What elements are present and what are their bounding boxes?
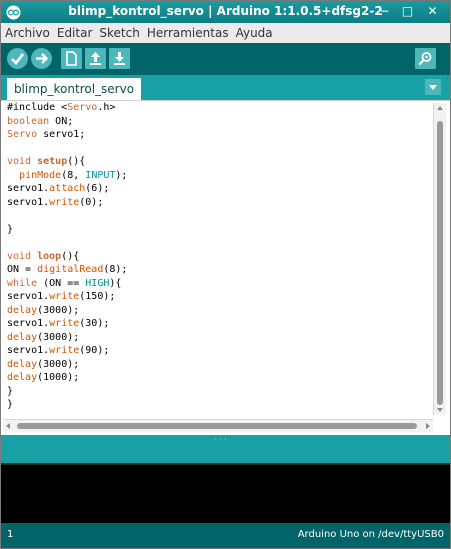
title-bar[interactable]: blimp_kontrol_servo | Arduino 1:1.0.5+df… xyxy=(1,1,450,23)
code-line-19: servo1.write(90); xyxy=(7,345,110,356)
code-line-5: void setup(){ xyxy=(7,156,86,167)
menu-herramientas[interactable]: Herramientas xyxy=(147,26,229,40)
code-text[interactable]: #include <Servo.h> boolean ON; Servo ser… xyxy=(7,101,127,412)
maximize-icon[interactable]: □ xyxy=(400,4,415,19)
scroll-right-icon[interactable] xyxy=(423,420,433,432)
close-icon[interactable]: ✕ xyxy=(425,4,440,19)
code-line-21: delay(1000); xyxy=(7,372,80,383)
scroll-down-icon[interactable] xyxy=(434,405,446,415)
code-line-15: servo1.write(150); xyxy=(7,291,116,302)
toolbar xyxy=(1,43,450,75)
code-line-16: delay(3000); xyxy=(7,304,80,316)
minimize-icon[interactable]: − xyxy=(377,4,392,19)
chevron-down-icon xyxy=(429,85,437,90)
horizontal-scrollbar[interactable] xyxy=(3,419,433,432)
new-button[interactable] xyxy=(61,48,82,69)
code-line-22: } xyxy=(7,385,14,397)
console-output[interactable] xyxy=(1,463,450,525)
new-icon xyxy=(66,51,77,66)
menu-sketch[interactable]: Sketch xyxy=(99,26,139,40)
scroll-left-icon[interactable] xyxy=(3,420,13,432)
code-line-1: #include <Servo.h> xyxy=(7,102,116,113)
tab-strip: blimp_kontrol_servo xyxy=(1,75,450,100)
open-button[interactable] xyxy=(85,48,106,69)
upload-button[interactable] xyxy=(31,48,52,69)
code-line-10: } xyxy=(7,223,14,235)
code-line-6: pinMode(8, INPUT); xyxy=(19,169,128,181)
code-line-20: delay(3000); xyxy=(7,358,80,370)
code-line-8: servo1.write(0); xyxy=(7,196,104,208)
serial-monitor-button[interactable] xyxy=(415,48,436,69)
status-bar: · · · xyxy=(1,435,450,463)
code-line-13: ON = digitalRead(8); xyxy=(7,264,128,275)
footer-bar: 1 Arduino Uno on /dev/ttyUSB0 xyxy=(1,523,450,548)
menu-ayuda[interactable]: Ayuda xyxy=(236,26,273,40)
code-line-7: servo1.attach(6); xyxy=(7,183,110,194)
code-line-3: Servo servo1; xyxy=(7,129,86,140)
code-line-12: void loop(){ xyxy=(7,250,80,262)
tab-blimp-kontrol-servo[interactable]: blimp_kontrol_servo xyxy=(7,78,141,100)
horizontal-scroll-thumb[interactable] xyxy=(17,423,417,429)
serial-monitor-icon xyxy=(418,52,432,66)
verify-icon xyxy=(11,53,25,65)
verify-button[interactable] xyxy=(7,48,28,69)
board-port-status: Arduino Uno on /dev/ttyUSB0 xyxy=(297,529,444,540)
code-line-2: boolean ON; xyxy=(7,115,74,127)
save-button[interactable] xyxy=(109,48,130,69)
upload-icon xyxy=(36,53,49,64)
code-editor[interactable]: #include <Servo.h> boolean ON; Servo ser… xyxy=(1,100,450,436)
code-line-14: while (ON == HIGH){ xyxy=(7,277,122,289)
tab-menu-button[interactable] xyxy=(425,79,441,95)
vertical-scroll-thumb[interactable] xyxy=(437,121,443,405)
menu-archivo[interactable]: Archivo xyxy=(5,26,50,40)
menu-bar: Archivo Editar Sketch Herramientas Ayuda xyxy=(1,23,450,43)
code-line-17: servo1.write(30); xyxy=(7,318,110,329)
scroll-up-icon[interactable] xyxy=(434,103,446,113)
splitter-handle[interactable]: · · · xyxy=(214,435,227,444)
code-line-23: } xyxy=(7,399,14,410)
save-icon xyxy=(114,52,125,65)
line-number: 1 xyxy=(7,529,14,540)
open-icon xyxy=(90,52,101,65)
arduino-ide-window: blimp_kontrol_servo | Arduino 1:1.0.5+df… xyxy=(0,0,451,549)
vertical-scrollbar[interactable] xyxy=(433,103,446,415)
menu-editar[interactable]: Editar xyxy=(57,26,93,40)
code-line-18: delay(3000); xyxy=(7,331,80,343)
